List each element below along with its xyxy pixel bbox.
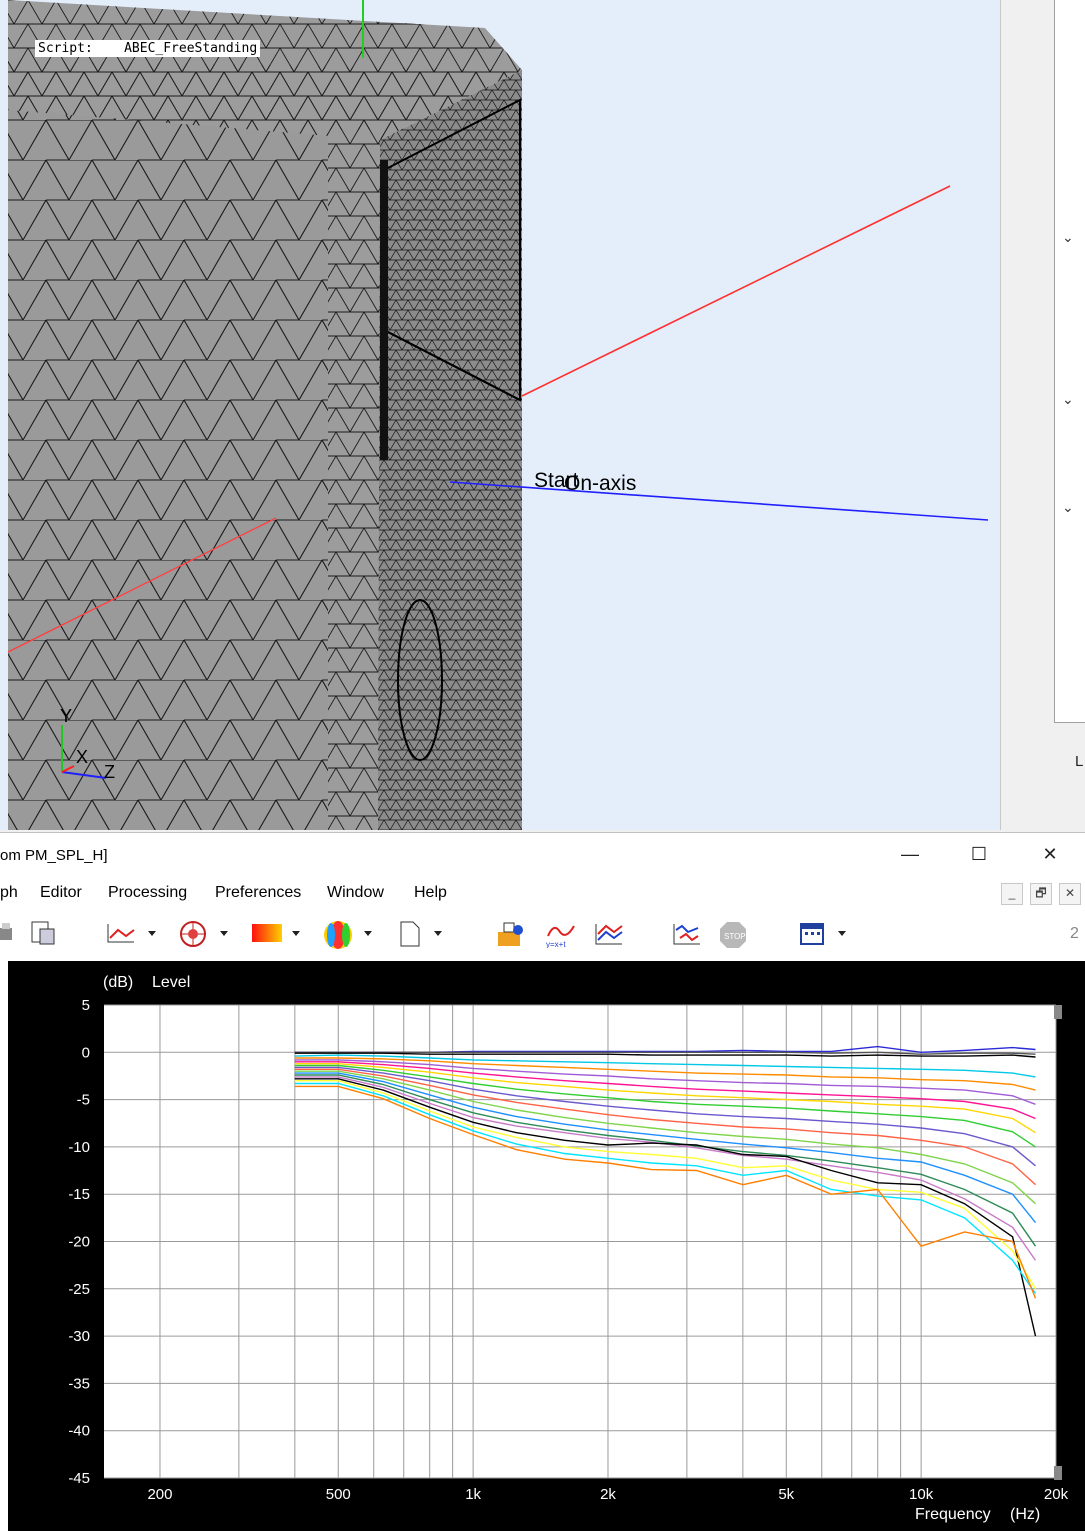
line-chart-icon[interactable] — [106, 920, 138, 946]
y-unit-label: (dB) — [103, 974, 133, 991]
y-tick-label: -35 — [68, 1375, 90, 1392]
paste-icon[interactable] — [30, 920, 58, 946]
mdi-minimize-button[interactable]: _ — [1001, 883, 1023, 905]
y-tick-label: 5 — [82, 997, 90, 1014]
scroll-handle-bottom — [1054, 1466, 1062, 1480]
chart-canvas: 5 0 -5 -10 -15 -20 -25 -30 -35 -40 -45 200 500 1k 2k 5k… — [68, 974, 1069, 1523]
x-unit-label: (Hz) — [1010, 1506, 1040, 1523]
y-tick-label: -15 — [68, 1186, 90, 1203]
close-button[interactable]: ✕ — [1035, 841, 1065, 867]
side-panel — [1001, 0, 1085, 830]
menu-graph[interactable]: ph — [0, 884, 18, 902]
chevron-down-icon[interactable]: ⌄ — [1062, 500, 1074, 516]
title-bar[interactable]: om PM_SPL_H] — ☐ ✕ — [0, 833, 1085, 875]
mesh-canvas: Y X Z Start On-axis — [7, 0, 989, 830]
stop-icon[interactable]: STOP — [718, 920, 748, 950]
chevron-down-icon[interactable] — [434, 931, 442, 936]
x-tick-label: 2k — [600, 1486, 616, 1503]
y-tick-label: -25 — [68, 1281, 90, 1298]
menu-window[interactable]: Window — [327, 884, 384, 902]
minimize-button[interactable]: — — [895, 841, 925, 867]
observation-onaxis-label: On-axis — [564, 472, 636, 495]
menu-help[interactable]: Help — [414, 884, 447, 902]
x-tick-label: 20k — [1044, 1486, 1069, 1503]
y-tick-label: -10 — [68, 1139, 90, 1156]
y-tick-label: -5 — [77, 1092, 90, 1109]
scroll-handle-top — [1054, 1005, 1062, 1019]
x-tick-label: 10k — [909, 1486, 934, 1503]
axis-x-label: X — [76, 747, 88, 767]
new-page-icon[interactable] — [398, 920, 422, 948]
mdi-restore-button[interactable]: 🗗 — [1030, 883, 1052, 905]
toolbar-right-label: 2 — [1070, 925, 1079, 942]
y-tick-label: -30 — [68, 1328, 90, 1345]
function-icon[interactable]: y=x+t — [544, 920, 578, 948]
x-tick-label: 5k — [778, 1486, 794, 1503]
chevron-down-icon[interactable]: ⌄ — [1062, 392, 1074, 408]
chevron-down-icon[interactable] — [364, 931, 372, 936]
mdi-close-button[interactable]: ✕ — [1059, 883, 1081, 905]
script-label: Script: ABEC_FreeStanding — [35, 40, 261, 57]
axis-z-label: Z — [104, 762, 115, 782]
calendar-icon[interactable] — [798, 920, 826, 948]
open-folder-icon[interactable] — [494, 920, 526, 948]
side-panel-list[interactable] — [1054, 0, 1085, 723]
frequency-response-chart[interactable]: 5 0 -5 -10 -15 -20 -25 -30 -35 -40 -45 200 500 1k 2k 5k… — [8, 961, 1085, 1531]
y-tick-label: -20 — [68, 1234, 90, 1251]
balloon-icon[interactable] — [322, 920, 356, 950]
print-icon[interactable] — [0, 920, 14, 946]
side-panel-label: L — [1075, 753, 1084, 770]
x-axis-label: Frequency — [915, 1506, 991, 1523]
y-axis-label: Level — [152, 974, 190, 991]
on-axis-line — [449, 481, 989, 521]
mesh-viewport[interactable]: Y X Z Start On-axis Script: ABEC_FreeSta… — [0, 0, 1001, 830]
y-tick-label: -45 — [68, 1470, 90, 1487]
menu-preferences[interactable]: Preferences — [215, 884, 301, 902]
x-tick-label: 500 — [326, 1486, 351, 1503]
color-map-icon[interactable] — [250, 920, 284, 946]
observation-line-red — [521, 185, 951, 397]
chevron-down-icon[interactable] — [292, 931, 300, 936]
polar-chart-icon[interactable] — [178, 920, 210, 948]
toolbar: y=x+t STOP 2 — [0, 911, 1085, 955]
chevron-down-icon[interactable] — [838, 931, 846, 936]
axis-y-label: Y — [60, 706, 72, 726]
graph-icon[interactable] — [594, 920, 626, 948]
graph-window: om PM_SPL_H] — ☐ ✕ ph Editor Processing … — [0, 832, 1085, 1531]
graph-stack-icon[interactable] — [672, 920, 702, 948]
svg-text:y=x+t: y=x+t — [546, 940, 566, 948]
menu-bar: ph Editor Processing Preferences Window … — [0, 879, 1085, 907]
chevron-down-icon[interactable]: ⌄ — [1062, 230, 1074, 246]
maximize-button[interactable]: ☐ — [964, 841, 994, 867]
chevron-down-icon[interactable] — [148, 931, 156, 936]
menu-editor[interactable]: Editor — [40, 884, 82, 902]
svg-text:STOP: STOP — [724, 932, 746, 941]
x-tick-label: 1k — [465, 1486, 481, 1503]
x-tick-label: 200 — [147, 1486, 172, 1503]
chevron-down-icon[interactable] — [220, 931, 228, 936]
window-title: om PM_SPL_H] — [0, 847, 108, 864]
y-tick-label: -40 — [68, 1423, 90, 1440]
menu-processing[interactable]: Processing — [108, 884, 187, 902]
y-tick-label: 0 — [82, 1044, 90, 1061]
